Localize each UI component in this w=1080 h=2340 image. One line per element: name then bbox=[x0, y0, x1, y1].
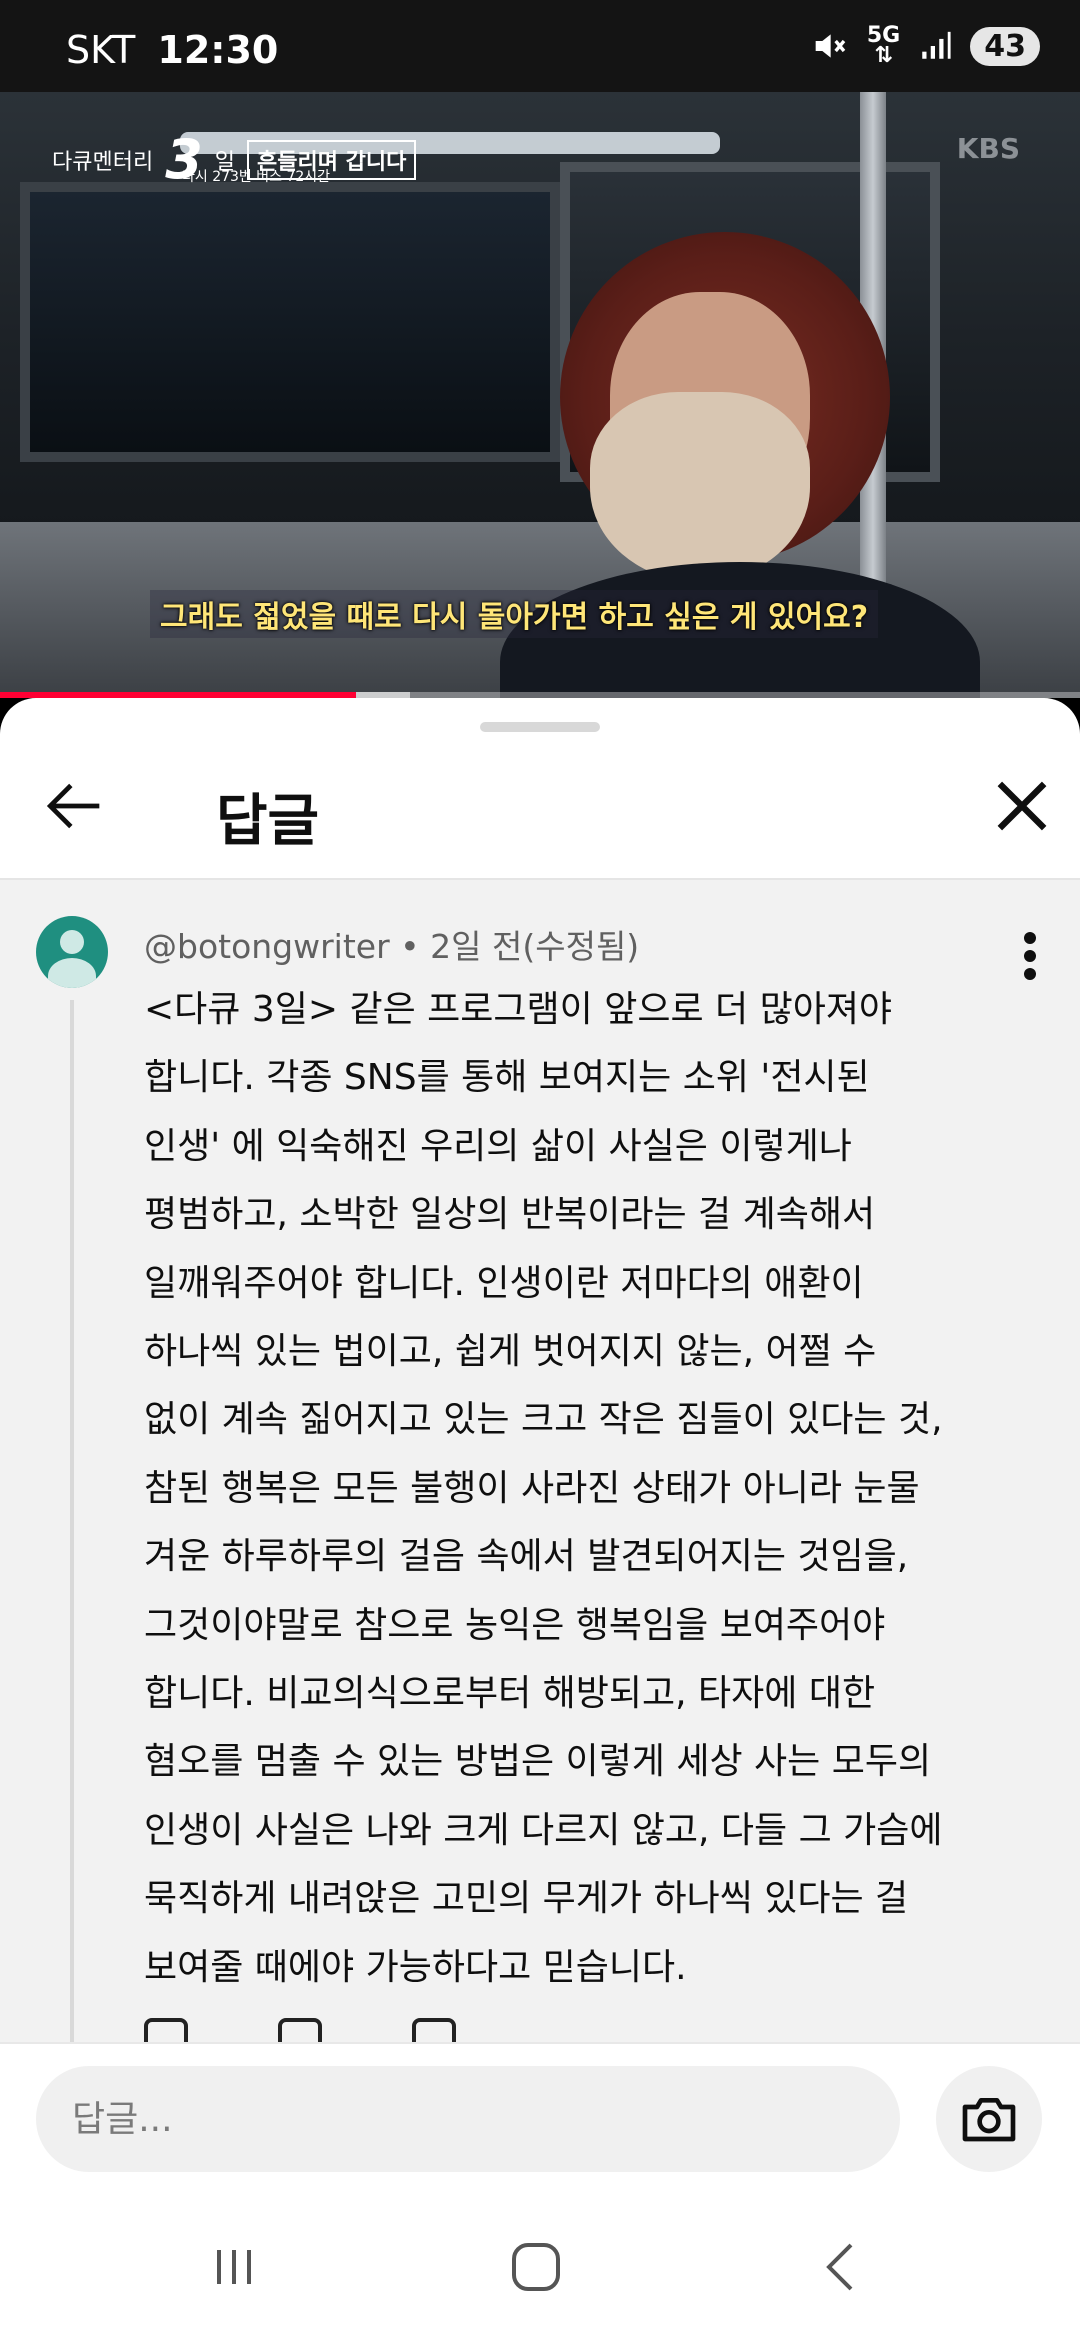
sheet-title: 답글 bbox=[216, 789, 320, 854]
comment-line: 합니다. 각종 SNS를 통해 보여지는 소위 '전시된 bbox=[144, 1057, 870, 1099]
comment-time: 2일 전(수정됨) bbox=[430, 927, 640, 966]
back-glyph bbox=[826, 2243, 853, 2291]
comment-thread: @botongwriter • 2일 전(수정됨) <다큐 3일> 같은 프로그… bbox=[0, 880, 1080, 2042]
mute-icon bbox=[815, 34, 846, 58]
camera-button[interactable] bbox=[936, 2066, 1042, 2172]
episode-subtitle: 다시 273번 버스 72시간 bbox=[182, 169, 331, 185]
comment-line: 없이 계속 짊어지고 있는 크고 작은 짐들이 있다는 것, bbox=[144, 1399, 943, 1441]
camera-icon bbox=[962, 2098, 1016, 2142]
comment-line: 평범하고, 소박한 일상의 반복이라는 걸 계속해서 bbox=[144, 1194, 876, 1236]
status-bar: SKT 12:30 5G ⇅ 43 bbox=[0, 0, 1080, 92]
like-icon[interactable] bbox=[144, 2018, 188, 2042]
comment-line: 그것이야말로 참으로 농익은 행복임을 보여주어야 bbox=[144, 1604, 886, 1646]
comment-line: 묵직하게 내려앉은 고민의 무게가 하나씩 있다는 걸 bbox=[144, 1878, 909, 1920]
avatar-body bbox=[48, 958, 96, 988]
signal-icon bbox=[922, 31, 951, 59]
network-label: 5G bbox=[866, 23, 901, 48]
avatar-head bbox=[60, 930, 84, 954]
video-player[interactable]: 다큐멘터리 3 일 흔들리며 갑니다 다시 273번 버스 72시간 KBS 그… bbox=[0, 92, 1080, 698]
comment-author[interactable]: @botongwriter bbox=[144, 927, 390, 966]
clock: 12:30 bbox=[157, 28, 279, 72]
comment-line: 혐오를 멈출 수 있는 방법은 이렇게 세상 사는 모두의 bbox=[144, 1741, 932, 1783]
home-glyph bbox=[512, 2243, 560, 2291]
battery-level: 43 bbox=[984, 28, 1026, 64]
avatar[interactable] bbox=[36, 916, 108, 988]
person-mask bbox=[590, 392, 810, 582]
system-nav-bar bbox=[0, 2192, 1080, 2340]
comment-line: 인생이 사실은 나와 크게 다르지 않고, 다들 그 가슴에 bbox=[144, 1809, 943, 1851]
drag-handle[interactable] bbox=[480, 722, 600, 732]
reply-icon[interactable] bbox=[412, 2018, 456, 2042]
home-icon[interactable] bbox=[496, 2232, 576, 2302]
reply-input[interactable] bbox=[36, 2066, 900, 2172]
sheet-header: 답글 bbox=[0, 734, 1080, 880]
video-caption: 그래도 젊었을 때로 다시 돌아가면 하고 싶은 게 있어요? bbox=[150, 590, 879, 638]
logo-main: 다큐멘터리 bbox=[52, 149, 154, 175]
status-right: 5G ⇅ 43 bbox=[809, 23, 1040, 68]
broadcaster-watermark: KBS bbox=[956, 132, 1020, 165]
bus-window bbox=[20, 182, 560, 462]
comment-actions bbox=[144, 2018, 456, 2042]
replies-sheet: 답글 @botongwriter • 2일 전(수정됨) <다큐 3일> 같은 … bbox=[0, 698, 1080, 2340]
meta-separator: • bbox=[400, 927, 420, 966]
comment-line: 하나씩 있는 법이고, 쉽게 벗어지지 않는, 어쩔 수 bbox=[144, 1331, 877, 1373]
back-icon[interactable] bbox=[800, 2232, 880, 2302]
dislike-icon[interactable] bbox=[278, 2018, 322, 2042]
comment-line: <다큐 3일> 같은 프로그램이 앞으로 더 많아져야 bbox=[144, 989, 893, 1030]
recent-apps-glyph bbox=[217, 2250, 251, 2284]
comment-line: 일깨워주어야 합니다. 인생이란 저마다의 애환이 bbox=[144, 1262, 864, 1304]
comment-line: 인생' 에 익숙해진 우리의 삶이 사실은 이렇게나 bbox=[144, 1125, 852, 1167]
arrow-left-icon[interactable] bbox=[36, 768, 112, 844]
battery-icon: 43 bbox=[970, 26, 1040, 66]
comment-line: 겨운 하루하루의 걸음 속에서 발견되어지는 것임을, bbox=[144, 1536, 909, 1578]
comment-body: <다큐 3일> 같은 프로그램이 앞으로 더 많아져야합니다. 각종 SNS를 … bbox=[144, 976, 1024, 2002]
status-left: SKT 12:30 bbox=[66, 28, 278, 72]
5g-data-icon: 5G ⇅ bbox=[866, 23, 901, 68]
program-logo: 다큐멘터리 3 일 흔들리며 갑니다 다시 273번 버스 72시간 bbox=[52, 128, 417, 191]
comment-line: 참된 행복은 모든 불행이 사라진 상태가 아니라 눈물 bbox=[144, 1467, 920, 1509]
comment-meta: @botongwriter • 2일 전(수정됨) bbox=[144, 920, 639, 968]
thread-line bbox=[70, 1000, 74, 2042]
close-icon[interactable] bbox=[984, 768, 1060, 844]
reply-bar bbox=[0, 2042, 1080, 2194]
comment-line: 합니다. 비교의식으로부터 해방되고, 타자에 대한 bbox=[144, 1673, 876, 1715]
carrier-label: SKT bbox=[66, 28, 136, 72]
comment-line: 보여줄 때에야 가능하다고 믿습니다. bbox=[144, 1946, 687, 1988]
recent-apps-icon[interactable] bbox=[194, 2232, 274, 2302]
